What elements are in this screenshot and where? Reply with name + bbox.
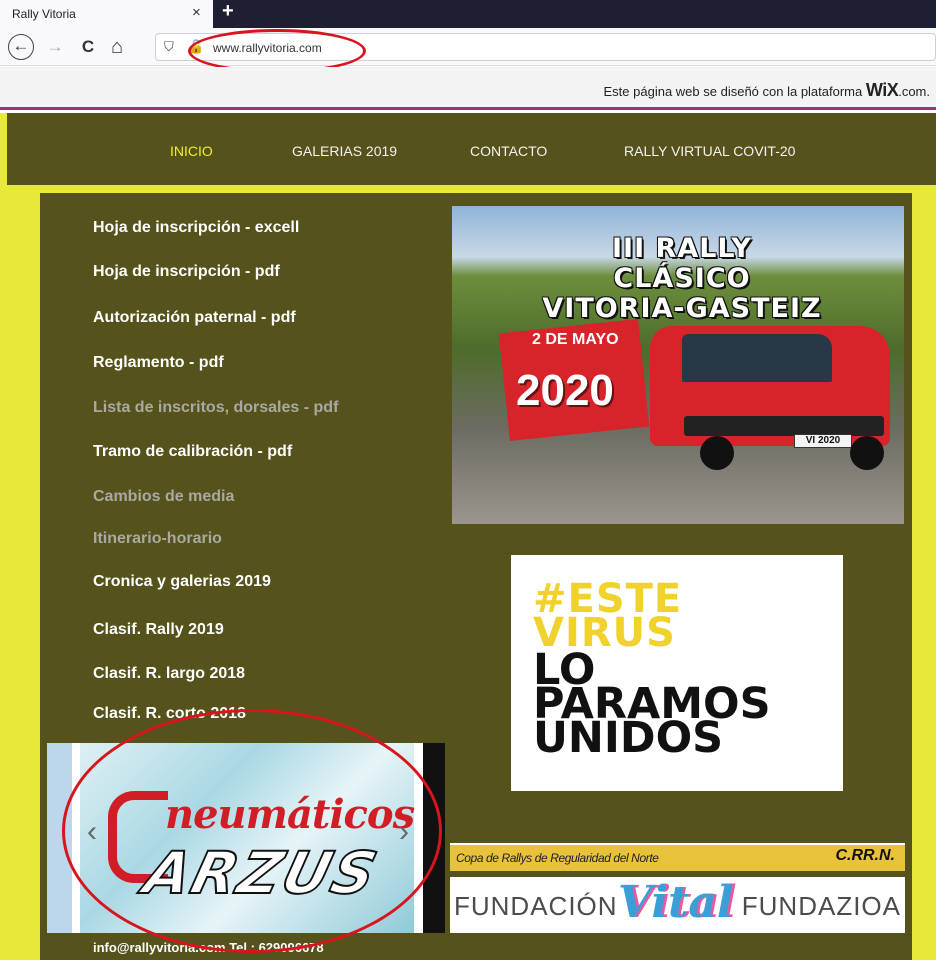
menu-link-inscripcion-pdf[interactable]: Hoja de inscripción - pdf bbox=[93, 263, 280, 281]
menu-link-tramo-calibracion[interactable]: Tramo de calibración - pdf bbox=[93, 443, 292, 461]
license-plate: VI 2020 bbox=[794, 434, 852, 448]
menu-link-clasif-rally-2019[interactable]: Clasif. Rally 2019 bbox=[93, 621, 224, 639]
menu-link-itinerario[interactable]: Itinerario-horario bbox=[93, 530, 222, 548]
wix-banner[interactable]: Este página web se diseñó con la platafo… bbox=[0, 67, 936, 110]
nav-item-rally-virtual[interactable]: RALLY VIRTUAL COVIT-20 bbox=[624, 143, 795, 159]
wix-domain-suffix: .com. bbox=[898, 84, 930, 99]
promo-title-line-1: III RALLY CLÁSICO bbox=[612, 233, 752, 294]
car-bumper bbox=[684, 416, 884, 436]
promo-year: 2020 bbox=[516, 366, 614, 415]
car-wheel-left bbox=[700, 436, 734, 470]
menu-link-reglamento[interactable]: Reglamento - pdf bbox=[93, 354, 224, 372]
menu-link-cambios-media[interactable]: Cambios de media bbox=[93, 488, 234, 506]
vital-brand-text: Vital bbox=[618, 877, 734, 928]
promo-title: III RALLY CLÁSICO VITORIA-GASTEIZ bbox=[542, 234, 822, 324]
menu-link-clasif-largo-2018[interactable]: Clasif. R. largo 2018 bbox=[93, 665, 245, 683]
nav-item-galerias[interactable]: GALERIAS 2019 bbox=[292, 143, 397, 159]
vital-left-text: FUNDACIÓN bbox=[454, 891, 618, 921]
promo-title-line-2: VITORIA-GASTEIZ bbox=[542, 293, 822, 324]
shield-icon[interactable]: ⛉ bbox=[164, 39, 174, 55]
crrn-banner-text: Copa de Rallys de Regularidad del Norte bbox=[456, 851, 659, 865]
site-page: INICIO GALERIAS 2019 CONTACTO RALLY VIRT… bbox=[0, 113, 936, 960]
vital-right-text: FUNDAZIOA bbox=[741, 891, 901, 921]
reload-icon[interactable]: C bbox=[75, 34, 101, 60]
menu-link-inscripcion-excel[interactable]: Hoja de inscripción - excell bbox=[93, 219, 299, 237]
fundacion-vital-logo[interactable]: FUNDACIÓN Vital FUNDAZIOA bbox=[450, 877, 905, 933]
browser-tab[interactable]: Rally Vitoria × bbox=[0, 0, 213, 28]
car-wheel-right bbox=[850, 436, 884, 470]
rally-promo-image[interactable]: III RALLY CLÁSICO VITORIA-GASTEIZ 2 DE M… bbox=[452, 206, 904, 524]
wix-logo: WiX bbox=[865, 80, 899, 100]
car-windshield bbox=[682, 334, 832, 382]
nav-item-inicio[interactable]: INICIO bbox=[170, 143, 213, 159]
promo-date: 2 DE MAYO bbox=[532, 331, 619, 348]
browser-navigation-bar: ← → C ⌂ ⛉ 🔓 www.rallyvitoria.com bbox=[0, 28, 936, 73]
menu-link-cronica-galerias[interactable]: Cronica y galerias 2019 bbox=[93, 573, 271, 591]
crrn-sponsor-banner[interactable]: Copa de Rallys de Regularidad del Norte … bbox=[450, 843, 905, 871]
back-arrow-icon[interactable]: ← bbox=[8, 34, 34, 60]
este-virus-campaign-image[interactable]: #ESTE VIRUS LO PARAMOS UNIDOS bbox=[511, 555, 843, 791]
forward-arrow-icon[interactable]: → bbox=[42, 34, 68, 60]
nav-item-contacto[interactable]: CONTACTO bbox=[470, 143, 547, 159]
browser-tab-bar: Rally Vitoria × + bbox=[0, 0, 936, 28]
crrn-logo: C.RR.N. bbox=[835, 847, 895, 864]
home-icon[interactable]: ⌂ bbox=[104, 34, 130, 60]
wix-banner-text: Este página web se diseñó con la platafo… bbox=[603, 84, 863, 99]
slider-annotation-circle bbox=[62, 709, 442, 953]
site-navigation: INICIO GALERIAS 2019 CONTACTO RALLY VIRT… bbox=[7, 113, 936, 185]
menu-link-lista-inscritos[interactable]: Lista de inscritos, dorsales - pdf bbox=[93, 399, 338, 417]
tab-title: Rally Vitoria bbox=[12, 7, 76, 21]
menu-link-autorizacion[interactable]: Autorización paternal - pdf bbox=[93, 309, 296, 327]
new-tab-button[interactable]: + bbox=[222, 0, 234, 23]
close-icon[interactable]: × bbox=[192, 4, 201, 21]
campaign-line-5: UNIDOS bbox=[533, 713, 724, 763]
